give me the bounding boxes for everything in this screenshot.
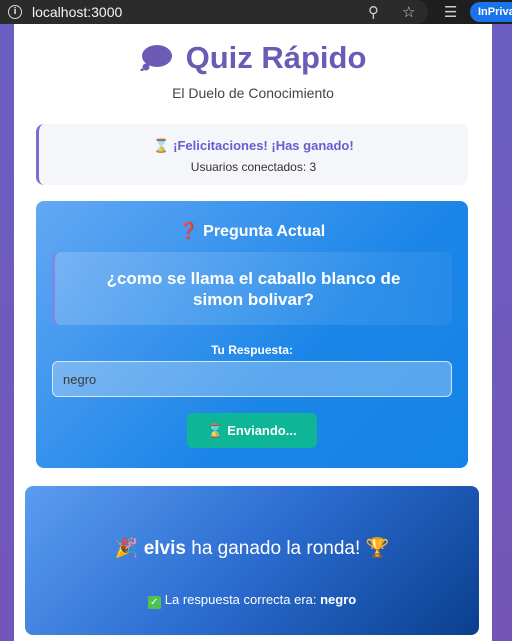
submit-button-label: Enviando...: [227, 422, 297, 438]
info-icon[interactable]: i: [8, 5, 22, 19]
hourglass-icon: ⌛: [153, 139, 170, 154]
favorites-list-icon[interactable]: ☰: [444, 3, 457, 21]
status-panel: ⌛ ¡Felicitaciones! ¡Has ganado! Usuarios…: [36, 124, 468, 185]
zoom-icon[interactable]: ⚲: [368, 3, 379, 21]
question-card: ❓ Pregunta Actual ¿como se llama el caba…: [36, 201, 468, 468]
hourglass-icon: ⌛: [207, 423, 224, 439]
users-connected: Usuarios conectados: 3: [190, 160, 317, 174]
favorite-star-icon[interactable]: ☆: [402, 3, 415, 21]
winner-message-text: ha ganado la ronda!: [185, 538, 361, 559]
winner-banner: 🎉 elvis ha ganado la ronda! 🏆 ✓ La respue…: [25, 486, 479, 635]
question-mark-icon: ❓: [178, 221, 199, 240]
submit-button[interactable]: ⌛ Enviando...: [187, 413, 317, 448]
party-popper-icon: 🎉: [114, 537, 139, 559]
correct-answer-line: ✓ La respuesta correcta era: negro: [25, 592, 479, 609]
subtitle: El Duelo de Conocimiento: [172, 85, 334, 101]
winner-name: elvis: [143, 538, 186, 559]
answer-input[interactable]: [52, 361, 452, 397]
question-header-text: Pregunta Actual: [203, 223, 326, 240]
status-message-text: ¡Felicitaciones! ¡Has ganado!: [173, 138, 354, 153]
correct-answer-prefix: La respuesta correcta era:: [164, 592, 321, 607]
app-title-text: Quiz Rápido: [185, 40, 367, 75]
browser-toolbar: i localhost:3000 ⚲ ☆ ☰ InPrivate: [0, 0, 512, 24]
answer-label: Tu Respuesta:: [211, 343, 293, 357]
check-mark-icon: ✓: [147, 596, 161, 609]
status-message: ⌛ ¡Felicitaciones! ¡Has ganado!: [39, 138, 468, 154]
address-bar[interactable]: i localhost:3000: [0, 0, 428, 24]
winner-message: 🎉 elvis ha ganado la ronda! 🏆: [25, 536, 479, 560]
thought-bubble-icon: [140, 43, 174, 72]
question-text: ¿como se llama el caballo blanco de simo…: [52, 252, 452, 325]
correct-answer-value: negro: [320, 592, 357, 607]
page-content: Quiz Rápido El Duelo de Conocimiento ⌛ ¡…: [14, 24, 492, 641]
url-text[interactable]: localhost:3000: [32, 4, 122, 20]
inprivate-badge[interactable]: InPrivate: [470, 2, 512, 22]
page-title: Quiz Rápido: [14, 40, 492, 76]
question-header: ❓ Pregunta Actual: [36, 221, 468, 241]
trophy-icon: 🏆: [365, 537, 390, 559]
